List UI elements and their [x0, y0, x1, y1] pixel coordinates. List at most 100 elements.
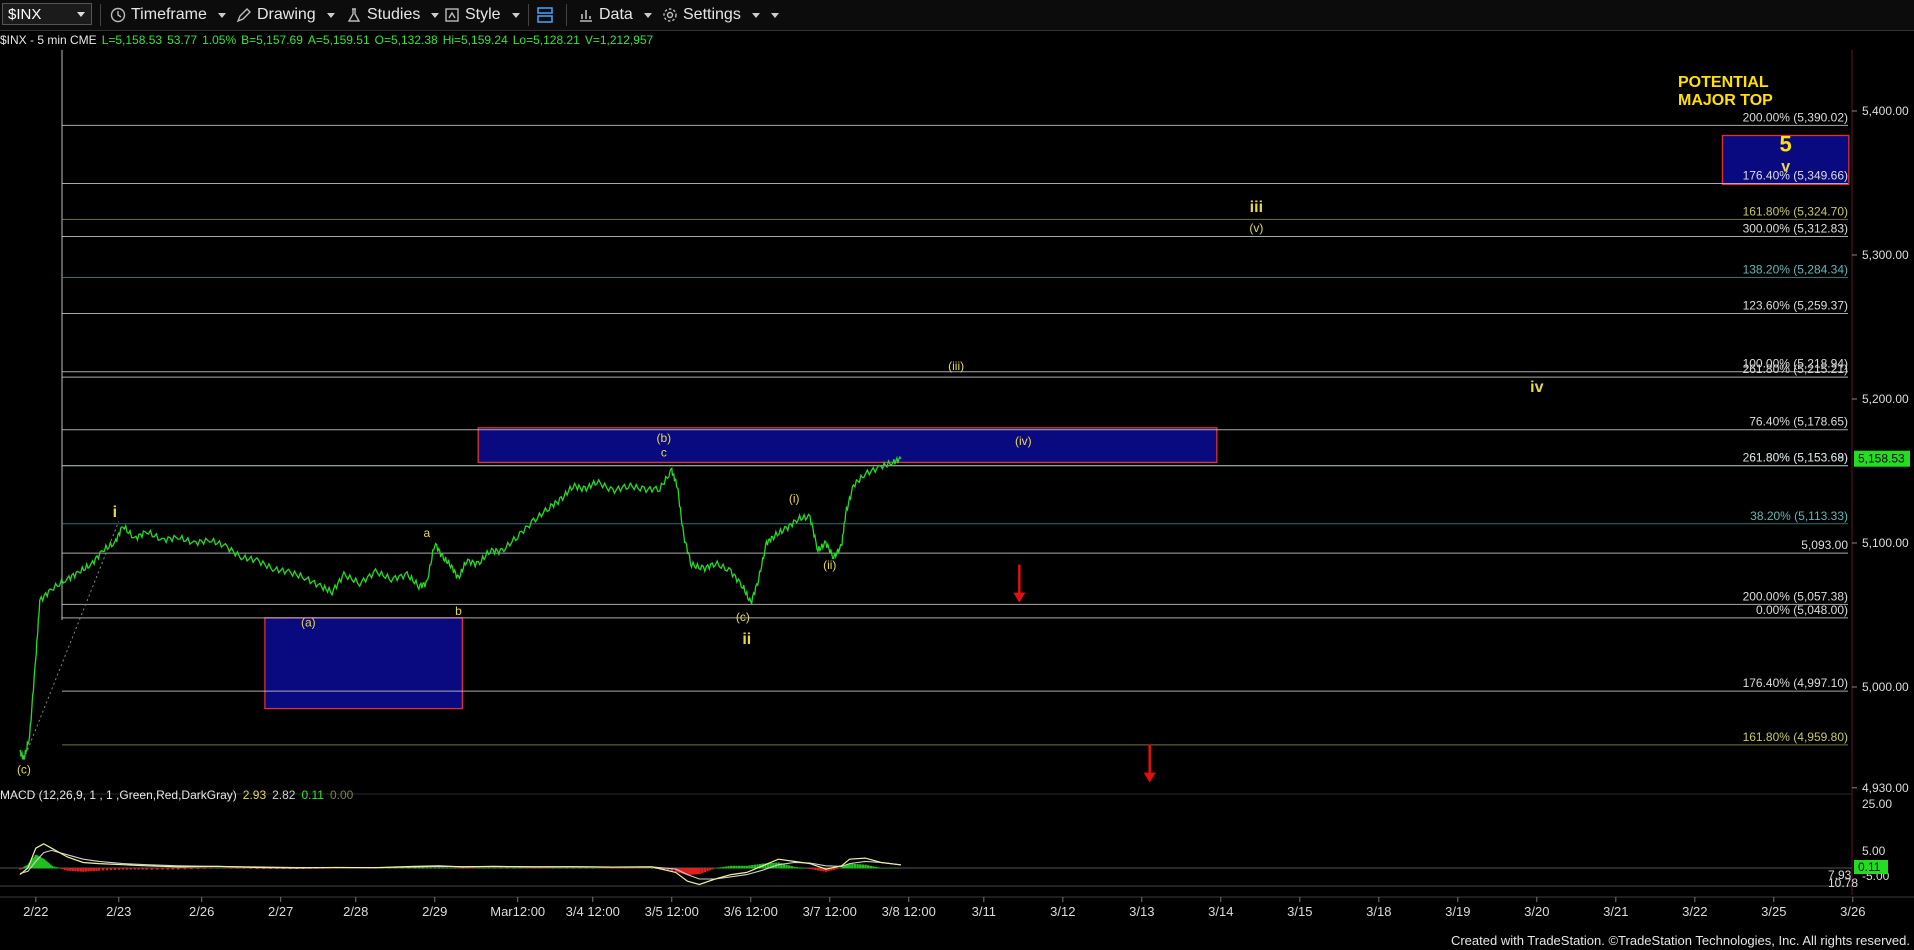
macd-histogram-bar — [69, 868, 72, 871]
macd-histogram-bar — [125, 868, 129, 870]
time-axis-label: 3/11 — [972, 904, 996, 919]
macd-histogram-bar — [421, 867, 425, 869]
macd-histogram-bar — [864, 864, 867, 869]
macd-histogram-bar — [209, 868, 213, 869]
macd-histogram-bar — [425, 867, 429, 869]
time-axis-label: 3/6 12:00 — [724, 904, 778, 919]
macd-histogram-bar — [105, 868, 109, 871]
macd-histogram-bar — [190, 868, 193, 870]
macd-histogram-bar — [101, 868, 105, 871]
macd-histogram-bar — [203, 868, 206, 869]
macd-histogram-bar — [814, 868, 817, 870]
price-axis-label: 5,200.00 — [1862, 392, 1909, 406]
macd-histogram-bar — [703, 868, 707, 873]
macd-histogram-bar — [896, 867, 899, 869]
macd-histogram-bar — [229, 868, 233, 869]
macd-histogram-bar — [743, 865, 746, 869]
macd-histogram-bar — [835, 868, 838, 870]
macd-histogram-bar — [624, 868, 628, 869]
time-axis-label: 3/5 12:00 — [645, 904, 699, 919]
price-chart[interactable]: 200.00% (5,390.02) 176.40% (5,349.66) 161.… — [0, 0, 1914, 950]
wave-label: (c) — [736, 610, 750, 624]
macd-histogram-bar — [598, 868, 601, 869]
low-price: Lo=5,128.21 — [512, 33, 580, 47]
volume: V=1,212,957 — [584, 33, 654, 47]
macd-histogram-bar — [751, 865, 754, 869]
time-axis-label: 3/22 — [1682, 904, 1707, 919]
wave-label: a — [424, 526, 431, 540]
macd-histogram-bar — [437, 867, 441, 869]
fib-level-label: 161.80% (5,324.70) — [1743, 204, 1848, 218]
wave-label: (iii) — [948, 359, 964, 373]
target-zone-box — [264, 617, 464, 710]
fib-level-label: 261.80% (5,215.21) — [1743, 362, 1848, 376]
macd-histogram-bar — [740, 865, 743, 869]
fib-level-label: 200.00% (5,057.38) — [1743, 589, 1848, 603]
macd-histogram-bar — [82, 868, 85, 872]
macd-histogram-bar — [177, 868, 180, 870]
time-axis-label: 2/22 — [23, 904, 48, 919]
macd-histogram-bar — [506, 867, 509, 869]
wave-label: v — [1781, 158, 1790, 175]
macd-histogram-bar — [539, 868, 542, 869]
macd-histogram-bar — [387, 867, 391, 869]
macd-histogram-bar — [722, 866, 725, 869]
macd-current-tag-label: 0.11 — [1858, 860, 1881, 874]
macd-histogram-bar — [753, 864, 757, 869]
macd-histogram-bar — [63, 868, 67, 870]
macd-histogram-bar — [572, 867, 575, 869]
macd-histogram-bar — [55, 867, 59, 869]
time-axis-label: 3/12 — [1050, 904, 1075, 919]
macd-histogram-bar — [161, 868, 164, 870]
wave-label: c — [661, 446, 667, 460]
time-axis-label: 2/27 — [268, 904, 293, 919]
macd-histogram-bar — [95, 868, 98, 871]
time-axis-label: 2/28 — [343, 904, 368, 919]
macd-histogram-bar — [558, 867, 562, 869]
net-change: 53.77 — [167, 33, 198, 47]
macd-histogram-bar — [861, 864, 865, 869]
macd-histogram-bar — [735, 865, 738, 869]
macd-histogram-bar — [145, 868, 148, 870]
macd-histogram-bar — [706, 868, 709, 872]
price-axis-label: 5,100.00 — [1862, 536, 1909, 550]
macd-histogram-bar — [155, 868, 159, 870]
macd-histogram-bar — [724, 866, 728, 869]
macd-info-bar: MACD (12,26,9, 1 , 1 ,Green,Red,DarkGray… — [0, 788, 353, 804]
macd-histogram-bar — [611, 868, 614, 869]
macd-histogram-bar — [618, 868, 621, 869]
time-axis-label: 3/7 12:00 — [803, 904, 857, 919]
macd-histogram-bar — [552, 868, 555, 869]
macd-histogram-bar — [631, 868, 634, 869]
macd-histogram-bar — [798, 867, 801, 869]
macd-histogram-bar — [133, 868, 136, 870]
macd-histogram-bar — [525, 868, 529, 869]
macd-histogram-bar — [711, 868, 714, 870]
macd-histogram-bar — [565, 867, 568, 869]
price-axis-label: 5,300.00 — [1862, 248, 1909, 262]
macd-histogram-bar — [803, 868, 807, 869]
macd-zero-value: 0.00 — [329, 788, 354, 802]
macd-histogram-bar — [417, 867, 421, 869]
macd-histogram-bar — [113, 868, 117, 870]
fib-level-label: 176.40% (5,349.66) — [1743, 168, 1848, 182]
macd-histogram-bar — [787, 865, 791, 869]
copyright-footer: Created with TradeStation. ©TradeStation… — [1450, 933, 1910, 948]
macd-histogram-bar — [801, 867, 804, 869]
macd-histogram-bar — [714, 868, 717, 869]
macd-histogram-bar — [98, 868, 101, 871]
macd-histogram-bar — [806, 868, 809, 869]
wave-label: (ii) — [823, 558, 836, 572]
macd-histogram-bar — [414, 867, 417, 869]
macd-histogram-bar — [449, 867, 452, 869]
time-axis-label: 2/26 — [189, 904, 214, 919]
last-price: L=5,158.53 — [101, 33, 163, 47]
macd-histogram-bar — [441, 867, 445, 869]
wave-label: (iv) — [1015, 434, 1032, 448]
fib-level-label: 5,093.00 — [1801, 538, 1848, 552]
macd-histogram-bar — [708, 868, 712, 871]
macd-histogram-bar — [477, 868, 480, 869]
macd-value: 2.93 — [242, 788, 267, 802]
macd-histogram-bar — [519, 868, 522, 869]
macd-histogram-bar — [880, 868, 883, 869]
